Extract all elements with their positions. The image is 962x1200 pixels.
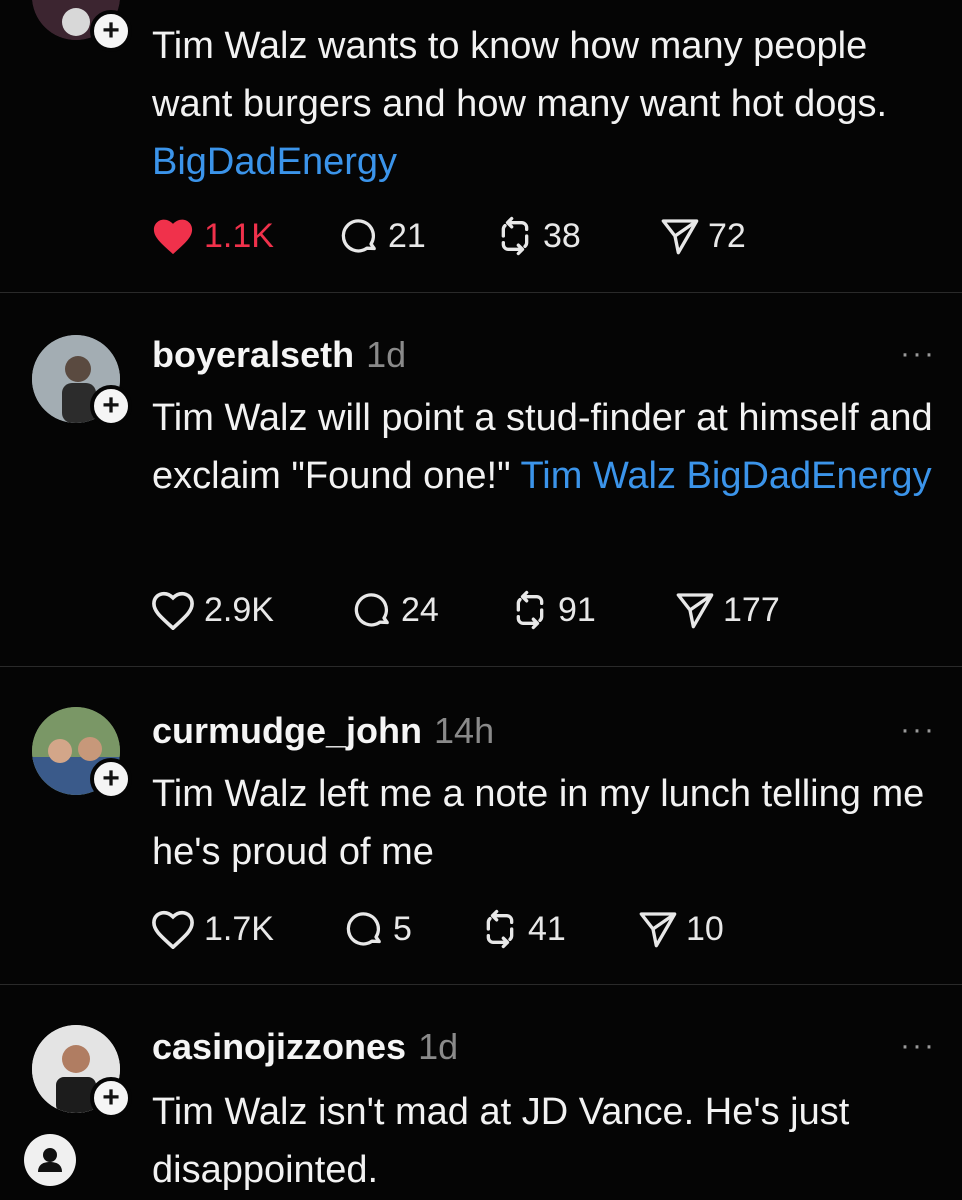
- comment-icon: [346, 912, 381, 946]
- repost-icon: [501, 216, 529, 256]
- post-text: Tim Walz isn't mad at JD Vance. He's jus…: [152, 1091, 850, 1191]
- more-icon[interactable]: ···: [900, 713, 936, 747]
- like-count: 1.7K: [204, 909, 274, 948]
- post-header: casinojizzones 1d: [152, 1025, 458, 1069]
- heart-icon: [153, 219, 193, 255]
- comment-icon: [341, 219, 376, 253]
- follow-plus-icon[interactable]: +: [90, 1077, 132, 1119]
- post-header: boyeralseth 1d: [152, 333, 406, 377]
- post-text: Tim Walz wants to know how many people w…: [152, 25, 888, 183]
- post-2: + curmudge_john 14h ··· Tim Walz left me …: [0, 667, 962, 984]
- share-button[interactable]: 10: [638, 907, 724, 951]
- timestamp: 1d: [418, 1026, 459, 1067]
- reply-button[interactable]: 5: [345, 907, 412, 951]
- reply-count: 5: [393, 909, 412, 948]
- comment-icon: [354, 593, 389, 627]
- share-count: 10: [686, 909, 724, 948]
- hashtag-link[interactable]: Tim Walz BigDadEnergy: [520, 455, 931, 497]
- post-text: Tim Walz left me a note in my lunch tell…: [152, 773, 925, 873]
- timestamp: 14h: [434, 710, 495, 751]
- repost-count: 41: [528, 909, 566, 948]
- reply-button[interactable]: 24: [353, 588, 439, 632]
- post-1: + boyeralseth 1d ··· Tim Walz will point …: [0, 293, 962, 666]
- repost-button[interactable]: 41: [480, 907, 566, 951]
- like-button[interactable]: 2.9K: [150, 588, 274, 632]
- more-icon[interactable]: ···: [900, 337, 936, 371]
- share-button[interactable]: 177: [675, 588, 780, 632]
- heart-icon: [152, 910, 194, 949]
- follow-plus-icon[interactable]: +: [90, 758, 132, 800]
- hashtag-link[interactable]: BigDadEnergy: [152, 141, 397, 183]
- username[interactable]: casinojizzones: [152, 1026, 406, 1067]
- more-icon[interactable]: ···: [900, 1029, 936, 1063]
- send-icon: [661, 219, 699, 255]
- username[interactable]: boyeralseth: [152, 334, 354, 375]
- share-count: 72: [708, 216, 746, 255]
- share-count: 177: [723, 590, 780, 629]
- heart-icon: [152, 591, 194, 630]
- repost-button[interactable]: 38: [495, 214, 581, 258]
- like-count: 2.9K: [204, 590, 274, 629]
- share-button[interactable]: 72: [660, 214, 746, 258]
- person-icon: [38, 1148, 62, 1172]
- username[interactable]: curmudge_john: [152, 710, 422, 751]
- like-count: 1.1K: [204, 216, 274, 255]
- send-icon: [639, 912, 677, 948]
- post-text: Tim Walz will point a stud-finder at him…: [152, 397, 933, 497]
- timestamp: 1d: [366, 334, 407, 375]
- repost-button[interactable]: 91: [510, 588, 596, 632]
- profile-button[interactable]: [24, 1134, 76, 1186]
- post-3: + casinojizzones 1d ··· Tim Walz isn't ma…: [0, 985, 962, 1200]
- post-header: curmudge_john 14h: [152, 709, 494, 753]
- like-button[interactable]: 1.7K: [150, 907, 274, 951]
- repost-icon: [486, 909, 514, 949]
- follow-plus-icon[interactable]: +: [90, 10, 132, 52]
- repost-count: 91: [558, 590, 596, 629]
- repost-count: 38: [543, 216, 581, 255]
- reply-count: 24: [401, 590, 439, 629]
- reply-button[interactable]: 21: [340, 214, 426, 258]
- repost-icon: [516, 590, 544, 630]
- send-icon: [676, 593, 714, 629]
- post-0: + Tim Walz wants to know how many people…: [0, 0, 962, 292]
- reply-count: 21: [388, 216, 426, 255]
- follow-plus-icon[interactable]: +: [90, 385, 132, 427]
- like-button[interactable]: 1.1K: [150, 214, 274, 258]
